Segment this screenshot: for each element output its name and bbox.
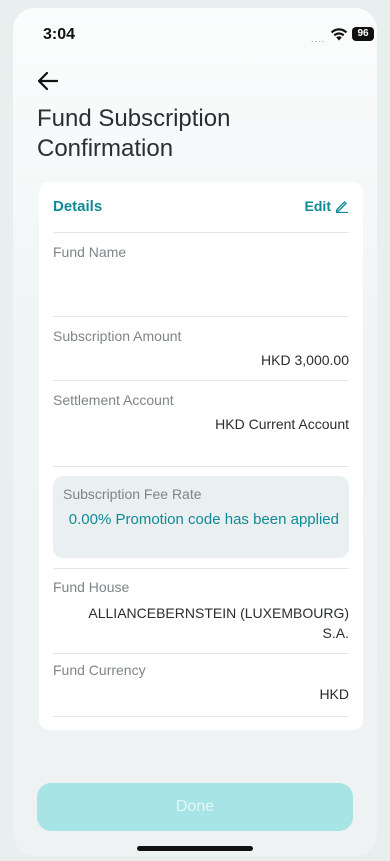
- subscription-amount-value: HKD 3,000.00: [261, 352, 349, 368]
- fund-name-label: Fund Name: [53, 244, 127, 260]
- wifi-icon: [330, 28, 348, 41]
- fund-house-row: Fund House ALLIANCEBERNSTEIN (LUXEMBOURG…: [53, 568, 349, 654]
- edit-button[interactable]: Edit: [305, 198, 349, 214]
- fund-name-row: Fund Name: [53, 232, 349, 317]
- fund-house-value: ALLIANCEBERNSTEIN (LUXEMBOURG) S.A.: [53, 603, 349, 643]
- subscription-amount-label: Subscription Amount: [53, 328, 182, 344]
- page-title-line2: Confirmation: [37, 135, 174, 162]
- subscription-fee-label: Subscription Fee Rate: [63, 486, 202, 502]
- edit-label: Edit: [304, 198, 331, 214]
- details-header: Details Edit: [53, 198, 349, 233]
- pencil-icon: [335, 201, 348, 213]
- fund-house-label: Fund House: [53, 579, 130, 595]
- subscription-fee-box: Subscription Fee Rate 0.00% Promotion co…: [53, 476, 349, 558]
- done-button[interactable]: Done: [37, 783, 353, 831]
- settlement-account-row: Settlement Account HKD Current Account: [53, 380, 349, 467]
- fund-currency-row: Fund Currency HKD: [53, 652, 349, 717]
- status-time: 3:04: [43, 26, 76, 43]
- fund-currency-label: Fund Currency: [53, 662, 146, 678]
- fund-house-value-line1: ALLIANCEBERNSTEIN (LUXEMBOURG): [88, 605, 349, 621]
- subscription-amount-row: Subscription Amount HKD 3,000.00: [53, 316, 349, 381]
- back-arrow-icon[interactable]: [35, 68, 61, 94]
- page-title: Fund Subscription Confirmation: [37, 104, 357, 164]
- status-bar: 3:04 .... 96: [13, 8, 377, 58]
- page-title-line1: Fund Subscription: [37, 105, 231, 132]
- battery-icon: 96: [352, 27, 374, 41]
- subscription-fee-value: 0.00% Promotion code has been applied: [68, 511, 339, 528]
- settlement-account-label: Settlement Account: [53, 392, 174, 408]
- fund-currency-value: HKD: [319, 686, 349, 702]
- home-indicator: [137, 846, 253, 851]
- details-card: Details Edit Fund Name Subscription Amou…: [39, 182, 363, 730]
- fund-house-value-line2: S.A.: [322, 625, 349, 641]
- screen: 3:04 .... 96 Fund Subscription Confirmat…: [13, 8, 377, 856]
- details-title: Details: [53, 198, 103, 215]
- signal-icon: ....: [311, 34, 326, 44]
- settlement-account-value: HKD Current Account: [215, 416, 349, 432]
